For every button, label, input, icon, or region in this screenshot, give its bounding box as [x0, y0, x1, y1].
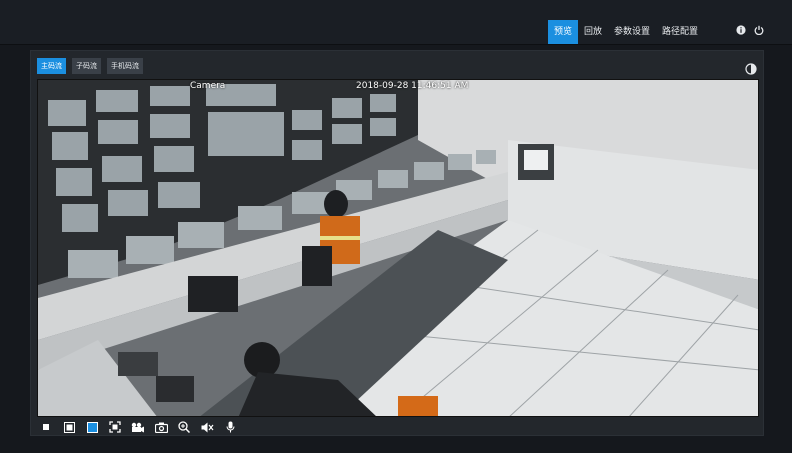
- top-icons: [736, 25, 764, 35]
- video-feed[interactable]: Camera 2018-09-28 11:46:51 AM: [37, 79, 759, 417]
- video-timestamp: 2018-09-28 11:46:51 AM: [356, 81, 469, 91]
- stop-icon: [43, 424, 49, 430]
- image-settings-icon[interactable]: [745, 60, 757, 79]
- microphone-button[interactable]: [223, 420, 237, 434]
- info-icon[interactable]: [736, 25, 746, 35]
- window-fill-icon: [86, 421, 98, 433]
- tab-preview[interactable]: 预览: [547, 20, 578, 44]
- window-fill-button[interactable]: [85, 420, 99, 434]
- top-bar: 预览 回放 参数设置 路径配置: [0, 0, 792, 45]
- fullscreen-icon: [109, 421, 121, 433]
- snapshot-icon: [154, 422, 168, 433]
- record-icon: [131, 422, 144, 432]
- record-button[interactable]: [131, 420, 145, 434]
- fullscreen-button[interactable]: [108, 420, 122, 434]
- surveillance-image: [38, 80, 758, 416]
- snapshot-button[interactable]: [154, 420, 168, 434]
- mute-button[interactable]: [200, 420, 214, 434]
- window-single-icon: [63, 421, 75, 433]
- mute-icon: [201, 422, 213, 432]
- preview-panel: 主码流 子码流 手机码流 Camera 2018-09-28 11:46:51 …: [30, 50, 764, 436]
- tab-sub-stream[interactable]: 子码流: [72, 58, 101, 74]
- microphone-icon: [226, 421, 234, 433]
- tab-parameter-settings[interactable]: 参数设置: [608, 20, 656, 44]
- power-icon[interactable]: [754, 25, 764, 35]
- zoom-icon: [178, 421, 190, 433]
- video-toolbar: [39, 419, 237, 435]
- tab-mobile-stream[interactable]: 手机码流: [107, 58, 143, 74]
- stop-button[interactable]: [39, 420, 53, 434]
- tab-path-config[interactable]: 路径配置: [656, 20, 704, 44]
- tab-main-stream[interactable]: 主码流: [37, 58, 66, 74]
- main-nav: 预览 回放 参数设置 路径配置: [547, 20, 704, 44]
- zoom-button[interactable]: [177, 420, 191, 434]
- tab-playback[interactable]: 回放: [578, 20, 608, 44]
- stream-tabs: 主码流 子码流 手机码流: [37, 58, 143, 74]
- camera-label: Camera: [190, 81, 226, 91]
- window-single-button[interactable]: [62, 420, 76, 434]
